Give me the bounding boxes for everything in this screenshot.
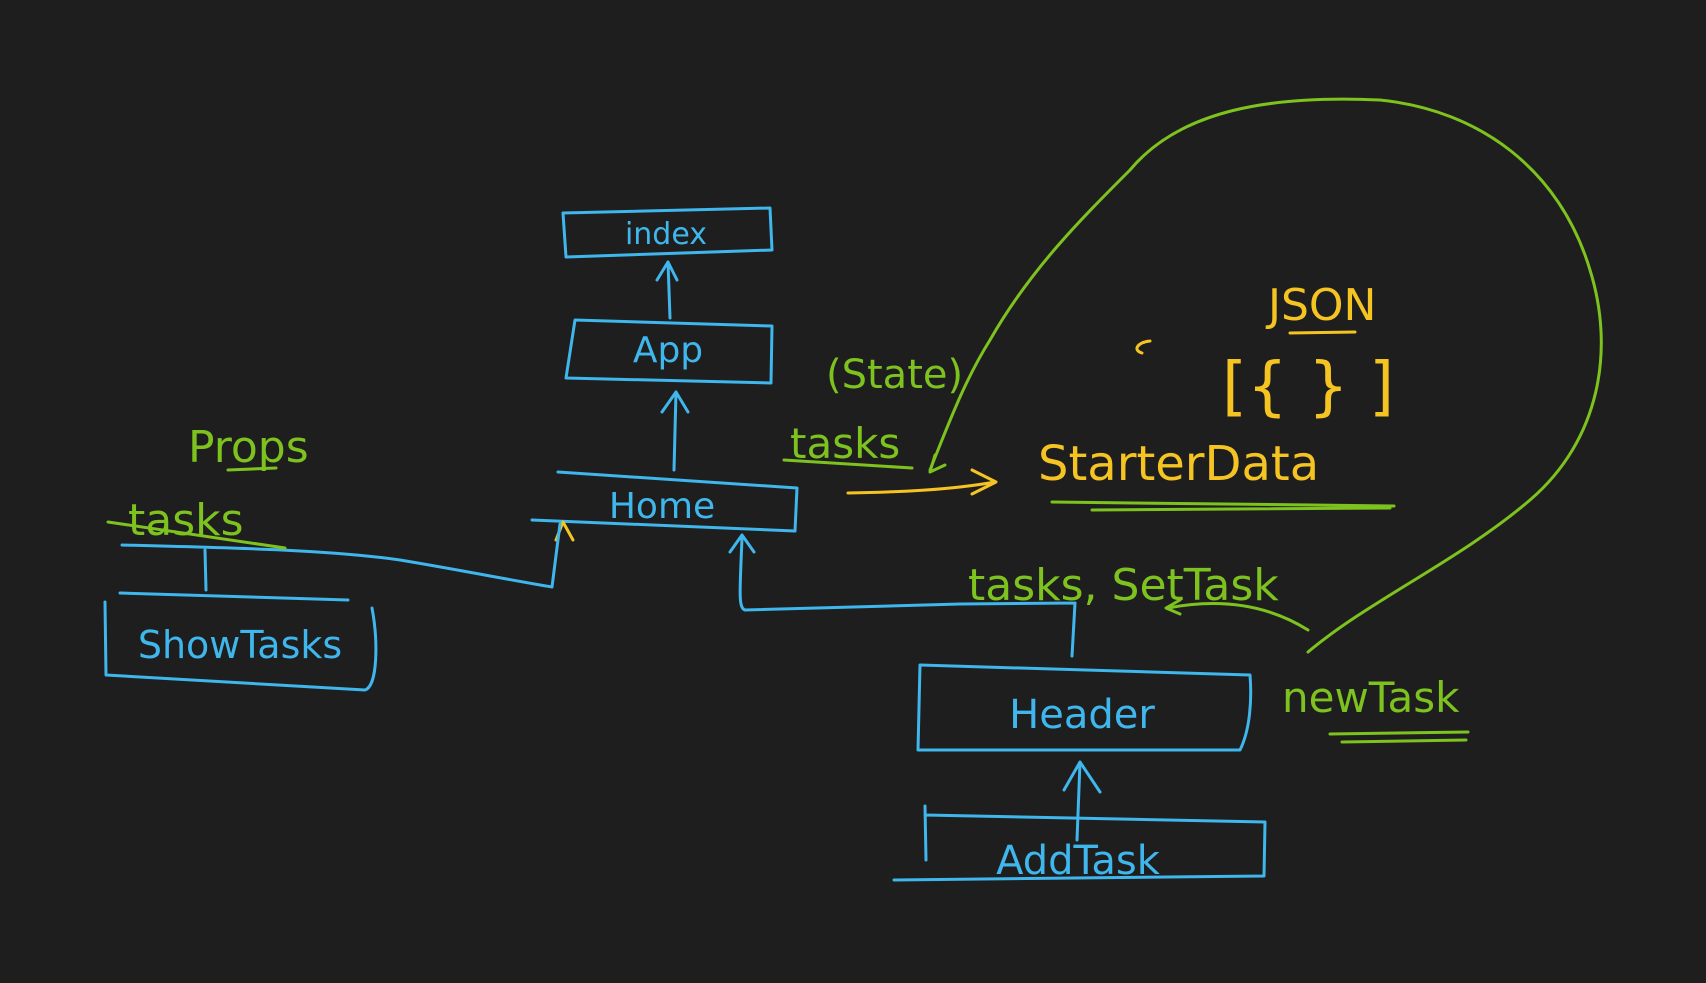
new-task-label: newTask (1282, 673, 1460, 722)
props-label: Props (188, 422, 309, 473)
starter-data-label: StarterData (1038, 436, 1319, 492)
node-header-label: Header (1009, 692, 1155, 738)
node-home-label: Home (609, 486, 715, 527)
props-underline (226, 466, 278, 472)
node-index-label: index (625, 217, 707, 252)
showtasks-stub-line (203, 548, 208, 592)
node-index: index (561, 206, 774, 259)
node-addtask: AddTask (892, 804, 1267, 884)
node-addtask-label: AddTask (996, 838, 1161, 884)
arrow-home-to-app (660, 390, 690, 472)
arrow-tasks-to-starterdata (846, 468, 998, 496)
settask-underline-arrow (1164, 598, 1310, 632)
node-header: Header (916, 663, 1253, 752)
node-app: App (564, 318, 774, 385)
node-showtasks-label: ShowTasks (138, 623, 342, 667)
arrow-app-to-index (655, 260, 679, 320)
json-bracket: [{ } ] (1222, 350, 1394, 424)
json-open-quote (1135, 339, 1152, 355)
node-app-label: App (633, 330, 703, 371)
json-underline (1288, 330, 1357, 335)
state-label: (State) (826, 352, 963, 398)
node-home: Home (530, 470, 799, 533)
node-showtasks: ShowTasks (103, 591, 378, 692)
state-loop-arrowhead (928, 453, 947, 474)
new-task-underline (1328, 730, 1470, 744)
arrow-addtask-to-header (1062, 760, 1102, 842)
starter-data-underline (1050, 500, 1396, 512)
json-label: JSON (1265, 280, 1376, 331)
diagram-canvas: index App Home Props tasks ShowTasks (St… (103, 97, 1603, 884)
